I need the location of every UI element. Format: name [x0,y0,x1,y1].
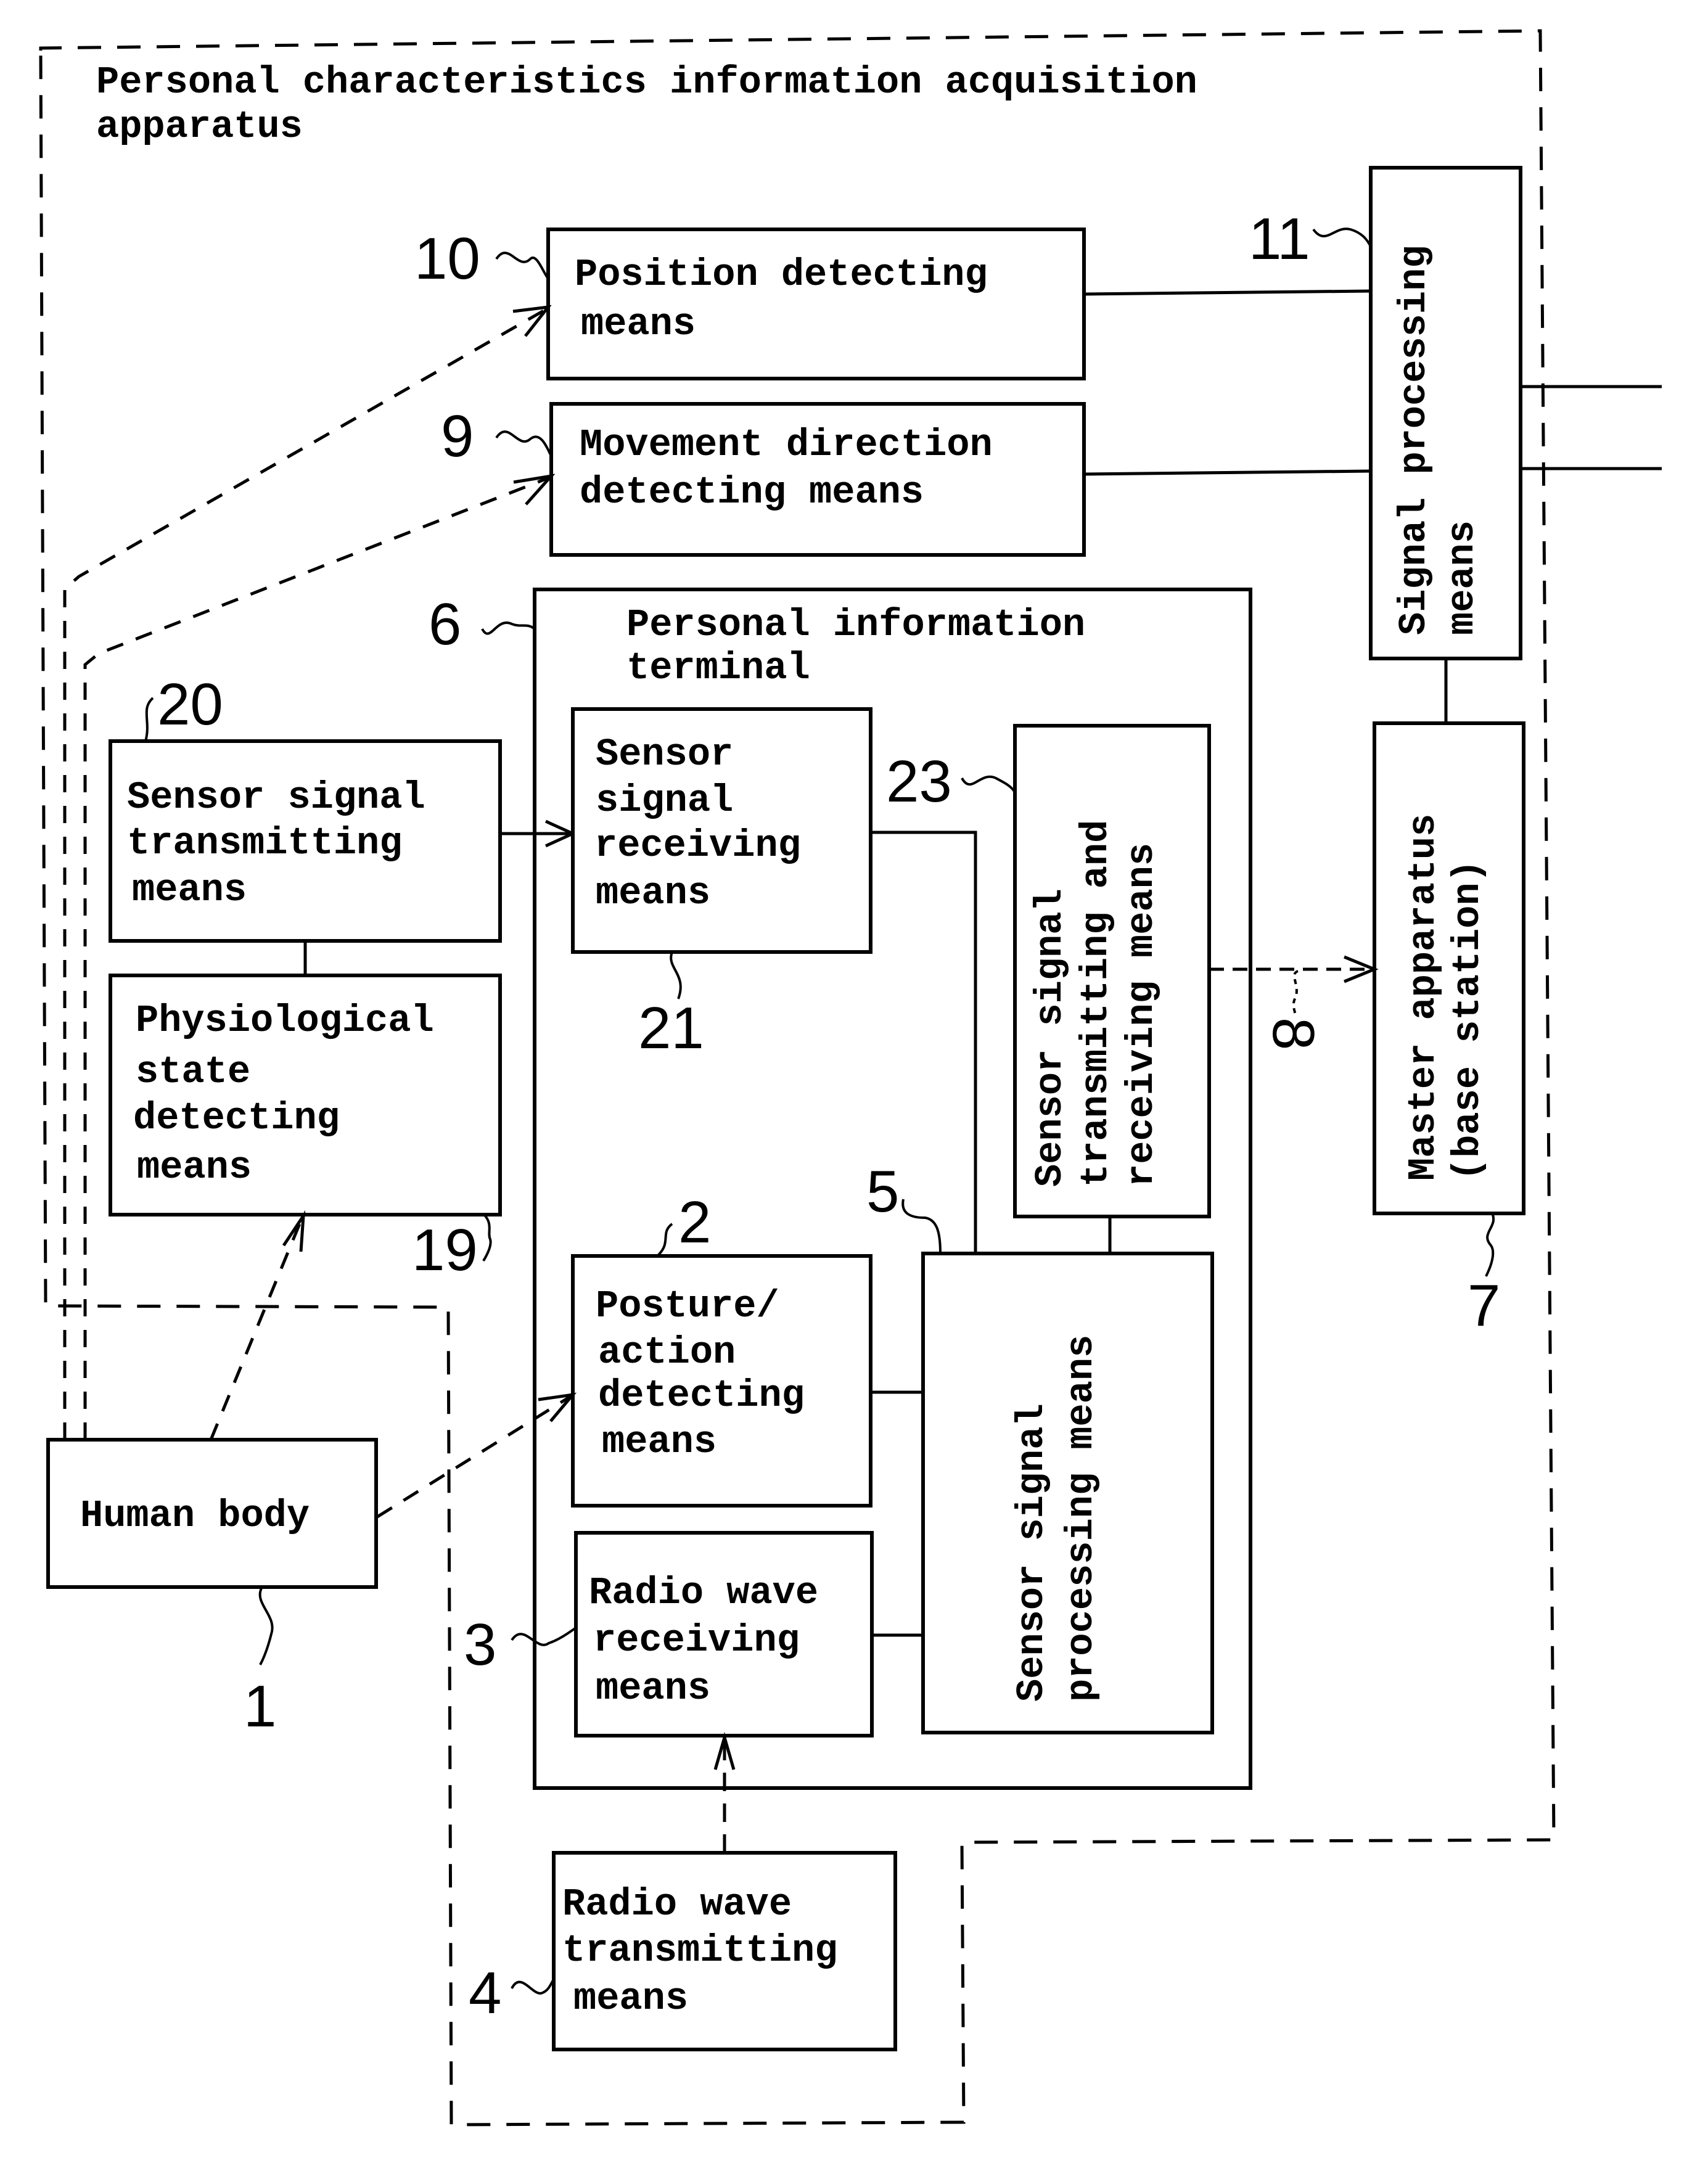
signal-processing-label-2: means [1440,520,1484,635]
ref-5: 5 [866,1159,899,1225]
master-label-1: Master apparatus [1402,814,1445,1181]
physio-label-2: state [136,1050,250,1094]
physio-label-4: means [137,1146,252,1189]
human-to-movement-path [83,476,549,1440]
master-apparatus-block: Master apparatus (base station) [1373,721,1525,1215]
ref-8: 8 [1260,1017,1326,1050]
ref-9: 9 [441,403,474,469]
leader-11 [1312,228,1372,247]
sensor-tx-label-1: Sensor signal [127,776,425,819]
posture-label-4: means [602,1420,716,1464]
physiological-block: Physiological state detecting means [109,974,502,1216]
leader-19 [482,1213,492,1262]
terminal-label-1: Personal information [626,603,1085,647]
arrowhead-position [512,305,552,337]
sensor-tx-label-2: transmitting [127,821,402,865]
leader-23 [961,775,1016,794]
radio-rx-label-3: means [596,1667,710,1710]
processing-label-2: processing means [1059,1335,1103,1702]
position-label-1: Position detecting [575,253,988,297]
sensor-receiving-block: Sensor signal receiving means [571,707,872,954]
posture-label-2: action [598,1331,736,1374]
radio-rx-label-1: Radio wave [589,1571,818,1615]
radio-tx-label-2: transmitting [562,1929,837,1972]
apparatus-title-line2: apparatus [96,105,303,149]
block-diagram: Personal characteristics information acq… [39,29,1662,2127]
ref-11: 11 [1249,206,1310,272]
sensor-rx-label-1: Sensor [596,732,733,776]
leader-2 [656,1223,673,1257]
ref-7: 7 [1468,1273,1500,1339]
terminal-label-2: terminal [626,646,810,690]
ref-10: 10 [414,226,480,292]
radio-tx-label-3: means [573,1977,688,2021]
movement-label-1: Movement direction [580,423,993,467]
ref-21: 21 [638,995,704,1061]
movement-detecting-block: Movement direction detecting means [549,402,1086,557]
txrx-label-1: Sensor signal [1028,888,1072,1187]
human-to-posture-path [376,1395,572,1519]
arrowhead-physio [282,1210,306,1252]
ref-23: 23 [886,749,952,814]
ref-3: 3 [464,1612,496,1678]
human-to-physio-path [209,1217,304,1440]
leader-7 [1485,1213,1495,1277]
sensor-rx-label-3: receiving [594,824,801,868]
leader-5 [901,1199,942,1254]
link-position-to-signal [1083,289,1371,296]
physio-label-3: detecting [133,1096,340,1140]
leader-4 [511,1978,555,1995]
leader-1 [258,1586,274,1665]
leader-21 [670,951,682,999]
sensor-txrx-block: Sensor signal transmitting and receiving… [1013,724,1211,1218]
signal-processing-label-1: Signal processing [1392,245,1436,635]
sensor-rx-label-4: means [596,871,710,915]
ref-6: 6 [429,591,461,657]
sensor-transmitting-block: Sensor signal transmitting means [109,739,502,943]
posture-block: Posture/ action detecting means [571,1254,872,1508]
master-label-2: (base station) [1446,860,1490,1181]
sensor-processing-block: Sensor signal processing means [921,1252,1214,1734]
ref-4: 4 [469,1960,501,2026]
apparatus-title-line1: Personal characteristics information acq… [96,60,1197,104]
radio-rx-label-2: receiving [593,1618,800,1662]
arrowhead-posture [538,1392,577,1422]
position-detecting-block: Position detecting means [546,228,1086,380]
radio-receiving-block: Radio wave receiving means [574,1531,874,1737]
leader-8 [1292,970,1299,1018]
human-label: Human body [80,1494,310,1538]
leader-20 [144,697,154,742]
signal-processing-block: Signal processing means [1369,166,1522,660]
txrx-label-2: transmitting and [1074,820,1118,1187]
txrx-label-3: receiving means [1120,843,1164,1187]
ref-20: 20 [157,671,223,737]
leader-10 [495,252,549,280]
radio-transmitting-block: Radio wave transmitting means [552,1851,897,2051]
radio-tx-label-1: Radio wave [562,1882,792,1926]
ref-19: 19 [412,1217,478,1283]
human-body-block: Human body [46,1438,378,1589]
leader-6 [481,622,536,635]
processing-label-1: Sensor signal [1010,1403,1054,1702]
leader-3 [511,1627,577,1646]
leader-9 [495,430,552,457]
ref-2: 2 [678,1189,711,1255]
posture-label-1: Posture/ [596,1284,779,1328]
physio-label-1: Physiological [136,999,434,1043]
sensor-tx-label-3: means [132,868,247,912]
position-label-2: means [581,302,696,346]
ref-1: 1 [244,1673,276,1739]
link-movement-to-signal [1083,469,1371,476]
movement-label-2: detecting means [580,470,924,514]
posture-label-3: detecting [598,1374,805,1417]
sensor-rx-label-2: signal [596,779,733,823]
